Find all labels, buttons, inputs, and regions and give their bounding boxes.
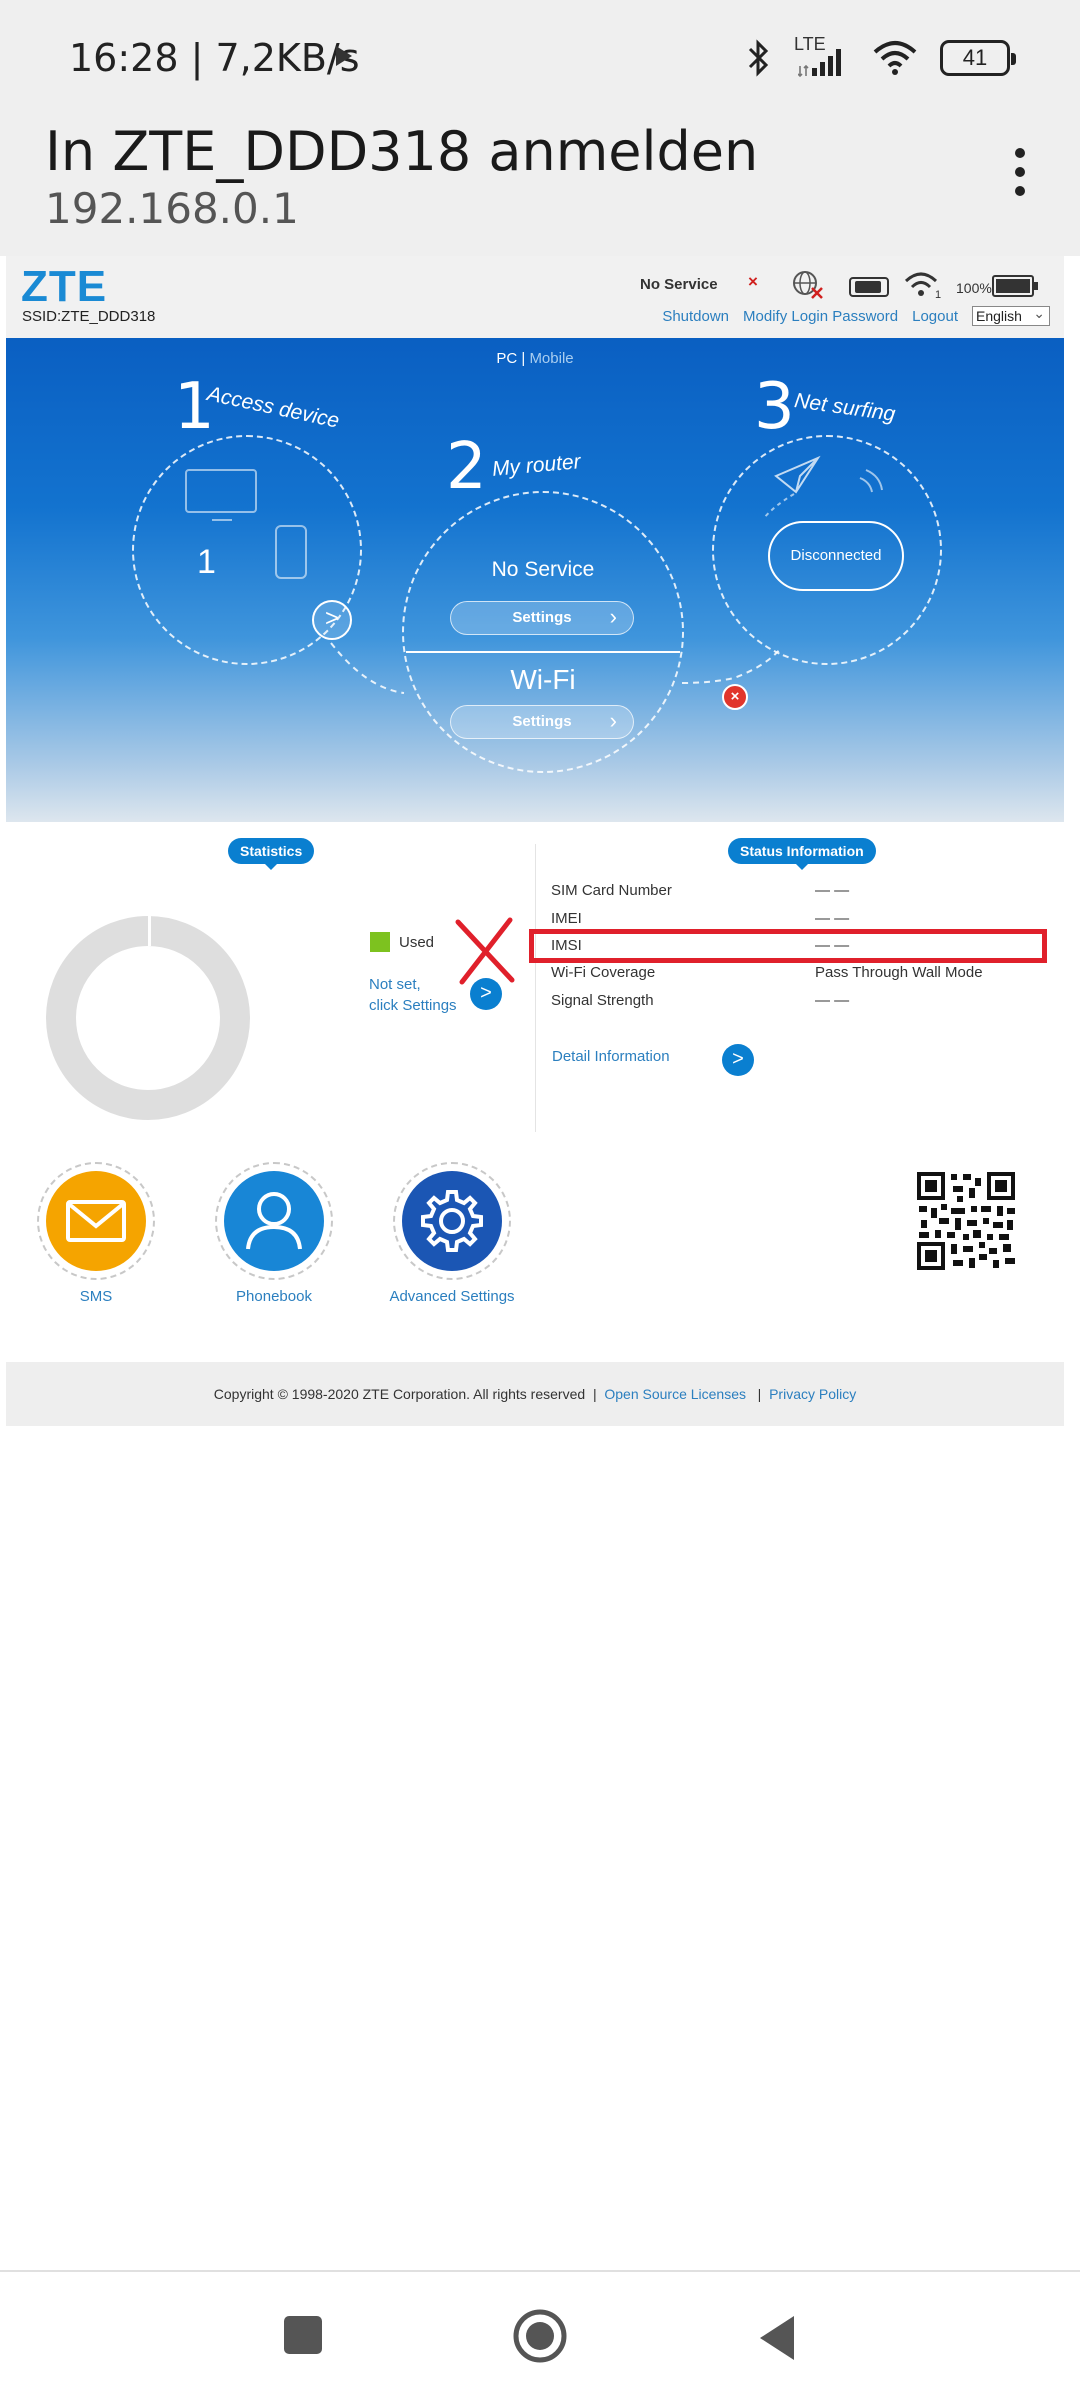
bluetooth-icon bbox=[748, 39, 769, 77]
phone-icon bbox=[275, 525, 307, 579]
not-set-link[interactable]: Not set, click Settings bbox=[369, 974, 457, 1016]
disconnected-error-icon: × bbox=[722, 684, 748, 710]
router-page: ZTE SSID:ZTE_DDD318 No Service × 1 100% … bbox=[6, 256, 1064, 1426]
globe-icon bbox=[793, 271, 823, 299]
internet-status: Disconnected bbox=[768, 521, 904, 591]
status-icons: LTE 41 bbox=[746, 34, 1016, 82]
imei-highlight-box bbox=[529, 929, 1047, 963]
advanced-settings-shortcut[interactable]: Advanced Settings bbox=[362, 1162, 542, 1305]
envelope-icon bbox=[66, 1200, 126, 1242]
language-select[interactable]: English bbox=[972, 304, 1050, 326]
status-row-wifi-coverage: Wi-Fi Coverage Pass Through Wall Mode bbox=[551, 964, 983, 981]
browser-header: In ZTE_DDD318 anmelden 192.168.0.1 bbox=[0, 120, 1080, 256]
url-text[interactable]: 192.168.0.1 bbox=[45, 184, 299, 233]
step1-number: 1 bbox=[174, 370, 215, 444]
zte-logo: ZTE bbox=[21, 262, 108, 311]
back-button[interactable] bbox=[756, 2314, 798, 2362]
wifi-label: Wi-Fi bbox=[510, 664, 576, 695]
step3-number: 3 bbox=[754, 370, 795, 444]
battery-level: 41 bbox=[962, 45, 988, 70]
page-title: In ZTE_DDD318 anmelden bbox=[45, 120, 759, 183]
signal-icon: LTE bbox=[794, 34, 850, 78]
person-icon bbox=[246, 1192, 302, 1250]
detail-information-link[interactable]: Detail Information bbox=[552, 1048, 670, 1065]
copyright-text: Copyright © 1998-2020 ZTE Corporation. A… bbox=[213, 1386, 586, 1402]
status-row-sim: SIM Card Number — — bbox=[551, 882, 850, 899]
network-status: No Service bbox=[640, 276, 718, 293]
wifi-settings-button[interactable]: Settings bbox=[450, 705, 634, 739]
used-legend-swatch bbox=[370, 932, 390, 952]
network-banner: PC | Mobile 1 Access device 1 > 2 My rou… bbox=[6, 338, 1064, 822]
ssid-label: SSID:ZTE_DDD318 bbox=[22, 308, 156, 325]
status-row-signal: Signal Strength — — bbox=[551, 992, 850, 1009]
home-button[interactable] bbox=[512, 2308, 568, 2364]
monitor-icon bbox=[185, 469, 257, 521]
shortcut-bar: SMS Phonebook Advanced Settings bbox=[6, 1162, 1064, 1362]
used-legend-label: Used bbox=[399, 934, 435, 951]
router-header: ZTE SSID:ZTE_DDD318 No Service × 1 100% … bbox=[6, 256, 1064, 338]
step2-number: 2 bbox=[446, 430, 487, 504]
privacy-policy-link[interactable]: Privacy Policy bbox=[769, 1386, 856, 1402]
footer: Copyright © 1998-2020 ZTE Corporation. A… bbox=[6, 1362, 1064, 1426]
panel-divider bbox=[535, 844, 536, 1132]
shutdown-link[interactable]: Shutdown bbox=[662, 308, 729, 325]
qr-code bbox=[917, 1172, 1015, 1270]
wifi-icon bbox=[873, 41, 917, 75]
access-device-arrow-button[interactable]: > bbox=[312, 600, 352, 640]
phonebook-shortcut[interactable]: Phonebook bbox=[184, 1162, 364, 1305]
info-panel: Statistics Used Not set, click Settings … bbox=[6, 822, 1064, 1162]
status-time: 16:28 | 7,2KB/s bbox=[69, 36, 360, 80]
router-wifi-icon: 1 bbox=[904, 272, 941, 300]
svg-text:1: 1 bbox=[935, 289, 941, 300]
red-x-annotation bbox=[455, 917, 515, 985]
status-information-tag: Status Information bbox=[728, 838, 876, 870]
router-battery-level: 100% bbox=[956, 280, 992, 296]
no-service-icon: × bbox=[748, 272, 758, 291]
android-nav-bar bbox=[0, 2270, 1080, 2400]
router-status: No Service bbox=[491, 558, 595, 581]
statistics-tag: Statistics bbox=[228, 838, 315, 870]
phonebook-label: Phonebook bbox=[236, 1288, 312, 1305]
logout-link[interactable]: Logout bbox=[912, 308, 958, 325]
modify-password-link[interactable]: Modify Login Password bbox=[743, 308, 898, 325]
detail-information-button[interactable]: > bbox=[722, 1044, 754, 1076]
statistics-settings-button[interactable]: > bbox=[470, 978, 502, 1010]
open-source-link[interactable]: Open Source Licenses bbox=[604, 1386, 746, 1402]
overflow-menu-icon[interactable] bbox=[1000, 142, 1040, 202]
router-settings-button[interactable]: Settings bbox=[450, 601, 634, 635]
usage-donut-chart bbox=[46, 916, 250, 1120]
header-links: Shutdown Modify Login Password Logout En… bbox=[662, 304, 1064, 326]
battery-icon: 41 bbox=[940, 40, 1016, 76]
sim-icon bbox=[849, 277, 889, 297]
gear-icon bbox=[421, 1190, 483, 1252]
sms-shortcut[interactable]: SMS bbox=[6, 1162, 186, 1305]
device-count: 1 bbox=[197, 543, 216, 581]
recents-button[interactable] bbox=[282, 2314, 324, 2356]
router-divider bbox=[406, 651, 680, 653]
android-status-bar: 16:28 | 7,2KB/s LTE 41 bbox=[0, 0, 1080, 120]
play-icon bbox=[336, 46, 352, 66]
sms-label: SMS bbox=[79, 1288, 113, 1305]
router-battery-icon bbox=[992, 275, 1038, 297]
advanced-settings-label: Advanced Settings bbox=[389, 1288, 515, 1305]
